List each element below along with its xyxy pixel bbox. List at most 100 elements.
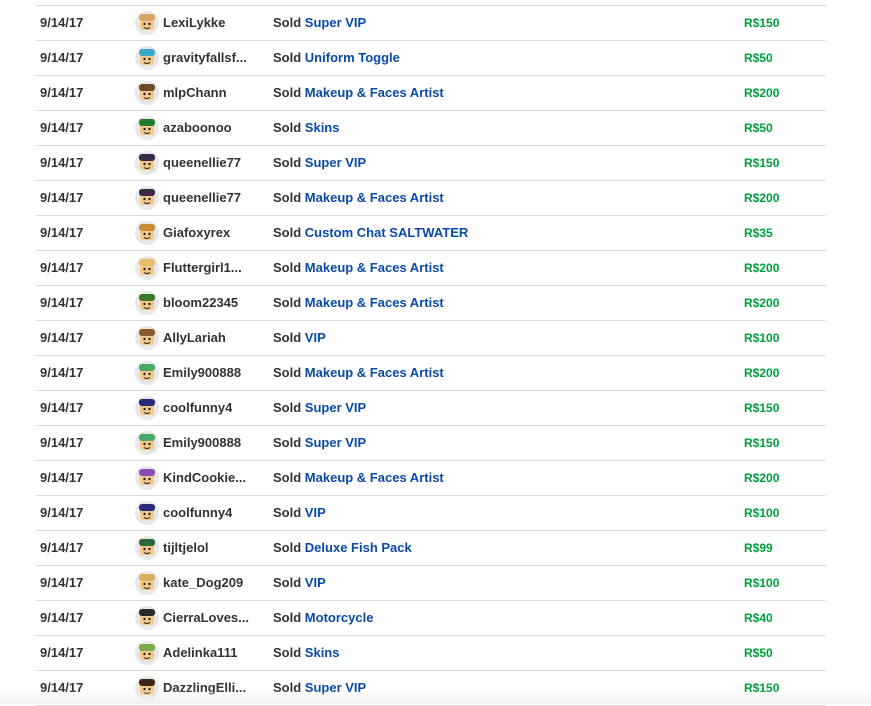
sold-label: Sold: [273, 575, 302, 590]
user-avatar[interactable]: [135, 361, 159, 385]
sale-price: R$150: [744, 671, 779, 705]
price-amount: 150: [759, 681, 780, 695]
user-avatar[interactable]: [135, 11, 159, 35]
avatar-icon: [139, 14, 155, 30]
item-link[interactable]: Makeup & Faces Artist: [305, 365, 444, 380]
user-avatar[interactable]: [135, 571, 159, 595]
avatar-icon: [139, 294, 155, 310]
price-amount: 40: [759, 611, 773, 625]
sale-date: 9/14/17: [40, 50, 84, 65]
item-link[interactable]: Makeup & Faces Artist: [305, 85, 444, 100]
sale-description: Sold Makeup & Faces Artist: [273, 356, 444, 390]
robux-icon: R$: [744, 51, 760, 65]
username-link[interactable]: DazzlingElli...: [163, 671, 246, 705]
user-avatar[interactable]: [135, 326, 159, 350]
username-link[interactable]: kate_Dog209: [163, 566, 243, 600]
sale-date: 9/14/17: [40, 645, 84, 660]
price-amount: 200: [759, 366, 780, 380]
user-avatar[interactable]: [135, 536, 159, 560]
username-link[interactable]: Giafoxyrex: [163, 216, 230, 250]
table-row: 9/14/17 bloom22345 Sold Makeup & Faces A…: [36, 286, 826, 321]
username-link[interactable]: AllyLariah: [163, 321, 226, 355]
username-link[interactable]: queenellie77: [163, 181, 241, 215]
item-link[interactable]: Custom Chat SALTWATER: [305, 225, 468, 240]
username-link[interactable]: KindCookie...: [163, 461, 246, 495]
user-avatar[interactable]: [135, 501, 159, 525]
avatar-icon: [139, 539, 155, 555]
user-avatar[interactable]: [135, 81, 159, 105]
item-link[interactable]: Super VIP: [305, 155, 366, 170]
avatar-icon: [139, 364, 155, 380]
item-link[interactable]: Uniform Toggle: [305, 50, 400, 65]
sale-price: R$200: [744, 461, 779, 495]
sale-description: Sold Motorcycle: [273, 601, 373, 635]
username-link[interactable]: queenellie77: [163, 146, 241, 180]
user-avatar[interactable]: [135, 606, 159, 630]
robux-icon: R$: [744, 86, 760, 100]
robux-icon: R$: [744, 541, 760, 555]
sale-description: Sold VIP: [273, 321, 326, 355]
user-avatar[interactable]: [135, 676, 159, 700]
sold-label: Sold: [273, 155, 302, 170]
item-link[interactable]: Skins: [305, 645, 340, 660]
sold-label: Sold: [273, 120, 302, 135]
username-link[interactable]: Emily900888: [163, 426, 241, 460]
username-link[interactable]: CierraLoves...: [163, 601, 249, 635]
user-avatar[interactable]: [135, 116, 159, 140]
item-link[interactable]: Makeup & Faces Artist: [305, 295, 444, 310]
sale-date: 9/14/17: [40, 225, 84, 240]
sold-label: Sold: [273, 85, 302, 100]
robux-icon: R$: [744, 226, 760, 240]
item-link[interactable]: Makeup & Faces Artist: [305, 190, 444, 205]
item-link[interactable]: Skins: [305, 120, 340, 135]
user-avatar[interactable]: [135, 186, 159, 210]
avatar-icon: [139, 644, 155, 660]
sale-description: Sold Uniform Toggle: [273, 41, 400, 75]
sold-label: Sold: [273, 225, 302, 240]
username-link[interactable]: coolfunny4: [163, 391, 232, 425]
item-link[interactable]: Makeup & Faces Artist: [305, 470, 444, 485]
item-link[interactable]: Super VIP: [305, 435, 366, 450]
sale-price: R$50: [744, 41, 773, 75]
item-link[interactable]: Super VIP: [305, 15, 366, 30]
user-avatar[interactable]: [135, 46, 159, 70]
item-link[interactable]: Super VIP: [305, 400, 366, 415]
price-amount: 99: [759, 541, 773, 555]
user-avatar[interactable]: [135, 151, 159, 175]
username-link[interactable]: coolfunny4: [163, 496, 232, 530]
username-link[interactable]: Emily900888: [163, 356, 241, 390]
item-link[interactable]: VIP: [305, 330, 326, 345]
price-amount: 100: [759, 576, 780, 590]
username-link[interactable]: Adelinka111: [163, 636, 237, 670]
price-amount: 150: [759, 436, 780, 450]
user-avatar[interactable]: [135, 221, 159, 245]
username-link[interactable]: mlpChann: [163, 76, 227, 110]
user-avatar[interactable]: [135, 641, 159, 665]
item-link[interactable]: Deluxe Fish Pack: [305, 540, 412, 555]
user-avatar[interactable]: [135, 431, 159, 455]
username-link[interactable]: bloom22345: [163, 286, 238, 320]
sale-price: R$150: [744, 391, 779, 425]
user-avatar[interactable]: [135, 396, 159, 420]
item-link[interactable]: Super VIP: [305, 680, 366, 695]
username-link[interactable]: gravityfallsf...: [163, 41, 247, 75]
sale-price: R$100: [744, 321, 779, 355]
price-amount: 150: [759, 16, 780, 30]
user-avatar[interactable]: [135, 291, 159, 315]
table-row: 9/14/17 queenellie77 Sold Super VIP R$15…: [36, 146, 826, 181]
username-link[interactable]: azaboonoo: [163, 111, 232, 145]
avatar-icon: [139, 329, 155, 345]
item-link[interactable]: Makeup & Faces Artist: [305, 260, 444, 275]
user-avatar[interactable]: [135, 256, 159, 280]
table-row: 9/14/17 Emily900888 Sold Makeup & Faces …: [36, 356, 826, 391]
username-link[interactable]: LexiLykke: [163, 6, 225, 40]
avatar-icon: [139, 259, 155, 275]
item-link[interactable]: Motorcycle: [305, 610, 374, 625]
item-link[interactable]: VIP: [305, 505, 326, 520]
user-avatar[interactable]: [135, 466, 159, 490]
sale-price: R$100: [744, 496, 779, 530]
robux-icon: R$: [744, 366, 760, 380]
item-link[interactable]: VIP: [305, 575, 326, 590]
username-link[interactable]: Fluttergirl1...: [163, 251, 242, 285]
username-link[interactable]: tijltjelol: [163, 531, 209, 565]
